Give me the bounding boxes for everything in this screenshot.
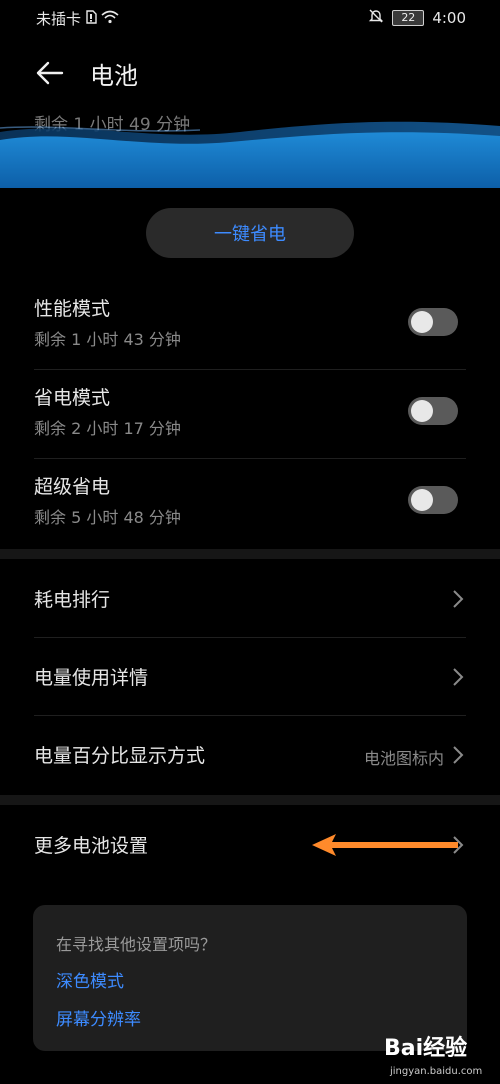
section-divider: [0, 795, 500, 805]
mode-title: 超级省电: [34, 476, 111, 498]
toggle-knob: [411, 311, 433, 333]
battery-wave-graphic: [0, 121, 500, 188]
power-saving-mode-toggle[interactable]: [408, 397, 458, 425]
status-bar: 未插卡 22 4:00: [0, 0, 500, 34]
clock: 4:00: [432, 9, 466, 27]
chevron-right-icon: [453, 590, 464, 608]
battery-icon: 22: [392, 10, 425, 26]
chevron-right-icon: [453, 668, 464, 686]
section-divider: [0, 549, 500, 559]
suggestion-link-dark-mode[interactable]: 深色模式: [56, 967, 124, 992]
app-header: 电池: [0, 52, 500, 96]
status-right: 22 4:00: [368, 8, 466, 28]
page-title: 电池: [90, 62, 138, 90]
mode-remaining: 剩余 2 小时 17 分钟: [34, 419, 181, 438]
mute-icon: [368, 8, 384, 28]
suggestion-question: 在寻找其他设置项吗？: [56, 935, 217, 954]
performance-mode-toggle[interactable]: [408, 308, 458, 336]
one-tap-power-save-button[interactable]: 一键省电: [146, 208, 354, 258]
mode-title: 省电模式: [34, 387, 111, 409]
list-item-label: 更多电池设置: [34, 835, 149, 857]
list-item-power-ranking[interactable]: 耗电排行: [0, 559, 500, 637]
list-item-percentage-display[interactable]: 电量百分比显示方式 电池图标内: [0, 715, 500, 793]
watermark-site: jingyan.baidu.com: [390, 1066, 483, 1077]
watermark-logo: Bai经验: [384, 1036, 468, 1061]
toggle-knob: [411, 400, 433, 422]
mode-row-power-saving[interactable]: 省电模式 剩余 2 小时 17 分钟: [0, 369, 500, 458]
back-arrow-icon[interactable]: [34, 60, 64, 86]
mode-row-ultra-power-saving[interactable]: 超级省电 剩余 5 小时 48 分钟: [0, 458, 500, 547]
wifi-icon: [101, 10, 119, 28]
mode-remaining: 剩余 1 小时 43 分钟: [34, 330, 181, 349]
mode-row-performance[interactable]: 性能模式 剩余 1 小时 43 分钟: [0, 280, 500, 369]
chevron-right-icon: [453, 746, 464, 764]
ultra-power-saving-toggle[interactable]: [408, 486, 458, 514]
mode-remaining: 剩余 5 小时 48 分钟: [34, 508, 181, 527]
mode-title: 性能模式: [34, 298, 111, 320]
battery-wave: 剩余 1 小时 49 分钟: [0, 98, 500, 188]
baidu-jingyan-watermark: Bai经验 jingyan.baidu.com: [384, 1030, 496, 1080]
suggestion-link-screen-resolution[interactable]: 屏幕分辨率: [56, 1005, 141, 1030]
carrier-label: 未插卡: [36, 10, 82, 28]
annotation-arrow-icon: [312, 834, 458, 856]
list-item-label: 电量百分比显示方式: [34, 745, 206, 767]
toggle-knob: [411, 489, 433, 511]
list-item-label: 耗电排行: [34, 589, 111, 611]
list-item-usage-details[interactable]: 电量使用详情: [0, 637, 500, 715]
list-item-value: 电池图标内: [363, 749, 444, 768]
sim-icon: [85, 9, 97, 28]
list-item-label: 电量使用详情: [34, 667, 149, 689]
status-left: 未插卡: [36, 8, 119, 29]
